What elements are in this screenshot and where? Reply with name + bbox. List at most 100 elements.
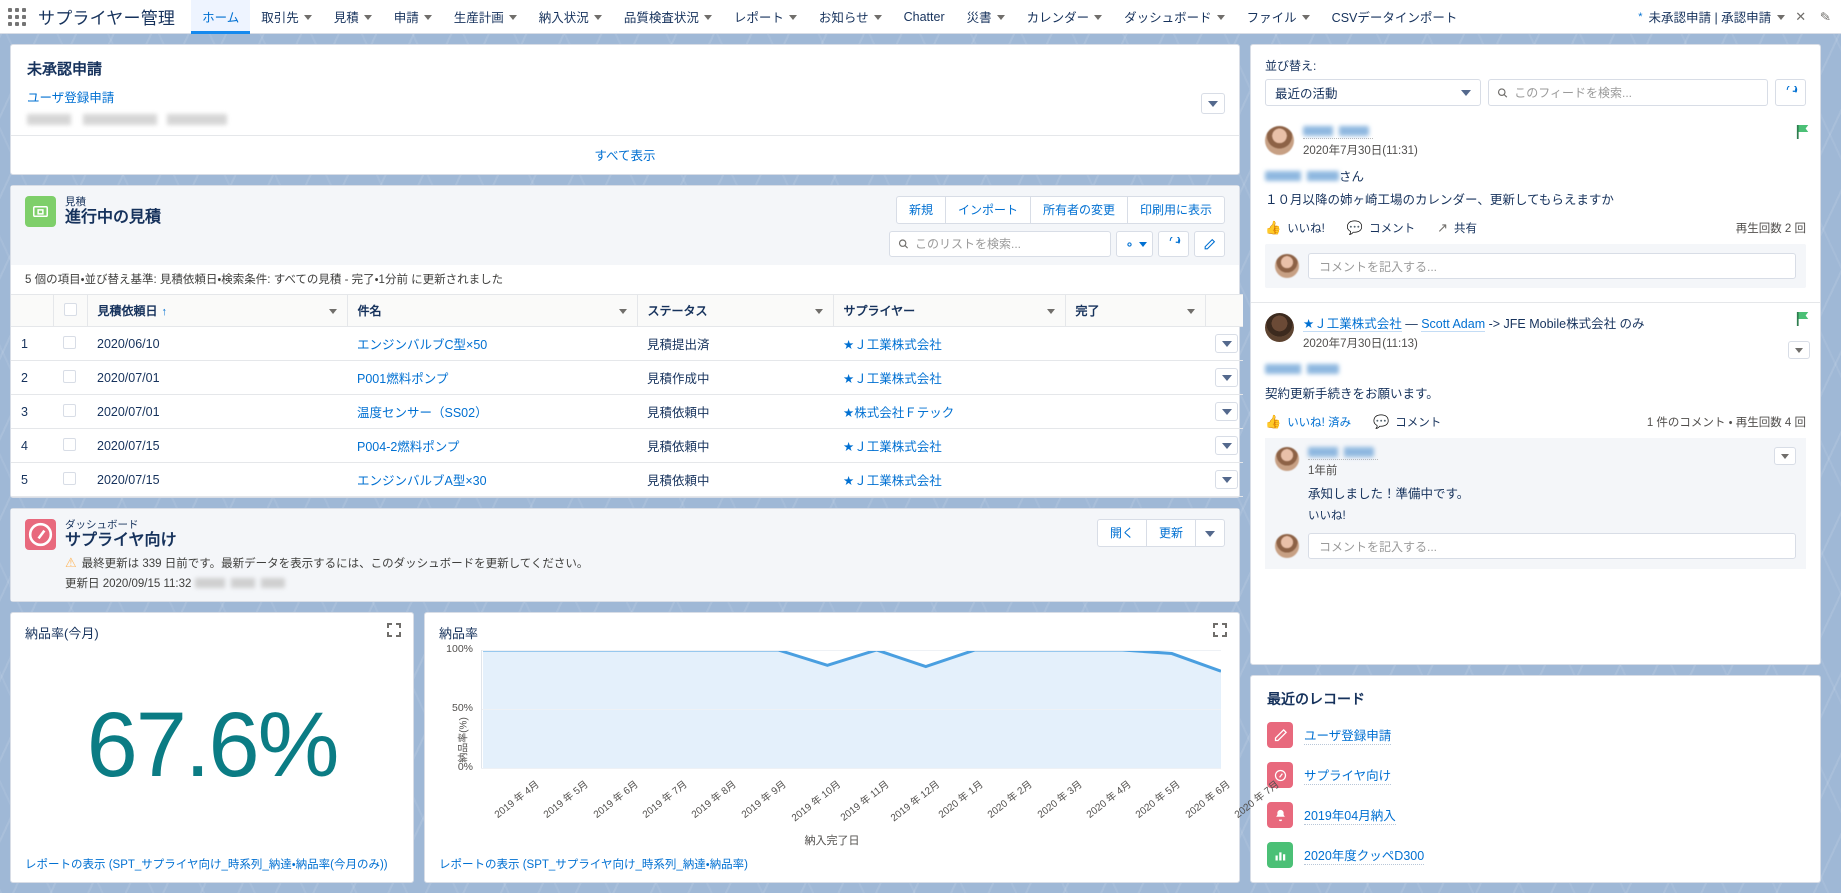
th-status[interactable]: ステータス <box>637 295 833 327</box>
th-select-all[interactable] <box>53 295 87 327</box>
edit-pencil-icon[interactable]: ✎ <box>1815 7 1841 25</box>
post-account-link[interactable]: ★Ｊ工業株式会社 <box>1303 317 1402 332</box>
chevron-down-icon[interactable] <box>1302 15 1310 20</box>
recent-record-item[interactable]: ユーザ登録申請 <box>1251 715 1820 755</box>
cell-subject[interactable]: 温度センサー（SS02） <box>347 395 637 429</box>
th-done[interactable]: 完了 <box>1065 295 1205 327</box>
recent-record-item[interactable]: 2020年度クッペD300 <box>1251 835 1820 875</box>
cell-select[interactable] <box>53 327 87 361</box>
row-actions-button[interactable] <box>1215 368 1238 387</box>
select-all-checkbox[interactable] <box>64 303 77 316</box>
nav-item-8[interactable]: お知らせ <box>808 0 893 34</box>
feed-search-input[interactable] <box>1514 86 1759 100</box>
dashboard-name[interactable]: サプライヤ向け <box>65 531 1097 551</box>
cell-select[interactable] <box>53 429 87 463</box>
table-row[interactable]: 42020/07/15P004-2燃料ポンプ見積依頼中★Ｊ工業株式会社 <box>11 429 1243 463</box>
chevron-down-icon[interactable] <box>1217 15 1225 20</box>
cell-row-actions[interactable] <box>1205 327 1243 361</box>
cell-select[interactable] <box>53 463 87 497</box>
flag-icon[interactable] <box>1796 124 1810 140</box>
nav-item-1[interactable]: 取引先 <box>250 0 323 34</box>
table-row[interactable]: 12020/06/10エンジンバルブC型×50見積提出済★Ｊ工業株式会社 <box>11 327 1243 361</box>
recent-record-item[interactable]: サプライヤ向け <box>1251 755 1820 795</box>
nav-item-10[interactable]: 災書 <box>956 0 1016 34</box>
approval-item-link[interactable]: ユーザ登録申請 <box>27 91 114 105</box>
listview-settings-button[interactable] <box>1116 231 1153 257</box>
app-launcher-icon[interactable] <box>0 8 34 26</box>
comment-input[interactable]: コメントを記入する... <box>1308 253 1796 279</box>
cell-supplier[interactable]: ★Ｊ工業株式会社 <box>833 463 1065 497</box>
th-request-date[interactable]: 見積依頼日↑ <box>87 295 347 327</box>
recent-record-link[interactable]: 2020年度クッペD300 <box>1304 845 1424 865</box>
recent-record-link[interactable]: ユーザ登録申請 <box>1304 725 1391 745</box>
row-actions-button[interactable] <box>1215 334 1238 353</box>
listview-edit-button[interactable] <box>1194 231 1225 257</box>
cell-subject[interactable]: エンジンバルブC型×50 <box>347 327 637 361</box>
chevron-down-icon[interactable] <box>704 15 712 20</box>
listview-search-input[interactable] <box>915 237 1102 251</box>
cell-subject[interactable]: P004-2燃料ポンプ <box>347 429 637 463</box>
nav-item-11[interactable]: カレンダー <box>1016 0 1114 34</box>
cell-supplier[interactable]: ★株式会社Ｆテック <box>833 395 1065 429</box>
cell-subject[interactable]: エンジンバルブA型×30 <box>347 463 637 497</box>
chevron-down-icon[interactable] <box>815 309 823 314</box>
cell-supplier[interactable]: ★Ｊ工業株式会社 <box>833 429 1065 463</box>
recent-record-link[interactable]: サプライヤ向け <box>1304 765 1391 785</box>
supplier-link[interactable]: ★Ｊ工業株式会社 <box>843 474 942 488</box>
comment-input[interactable]: コメントを記入する... <box>1308 533 1796 559</box>
nav-item-13[interactable]: ファイル <box>1236 0 1321 34</box>
listview-search[interactable] <box>889 231 1111 257</box>
tab-chevron-down-icon[interactable] <box>1777 15 1785 20</box>
cell-select[interactable] <box>53 395 87 429</box>
cell-row-actions[interactable] <box>1205 395 1243 429</box>
avatar[interactable] <box>1275 254 1299 278</box>
like-action[interactable]: 👍いいね! 済み <box>1265 414 1351 430</box>
expand-icon[interactable] <box>387 623 401 637</box>
nav-item-12[interactable]: ダッシュボード <box>1113 0 1236 34</box>
avatar[interactable] <box>1265 126 1294 155</box>
supplier-link[interactable]: ★Ｊ工業株式会社 <box>843 372 942 386</box>
avatar[interactable] <box>1265 313 1294 342</box>
row-checkbox[interactable] <box>63 472 76 485</box>
subject-link[interactable]: P001燃料ポンプ <box>357 372 448 386</box>
tab-close-icon[interactable]: ✕ <box>1791 9 1810 25</box>
comment-action[interactable]: 💬コメント <box>1373 414 1441 430</box>
supplier-link[interactable]: ★Ｊ工業株式会社 <box>843 338 942 352</box>
comment-like-link[interactable]: いいね! <box>1308 507 1765 523</box>
supplier-link[interactable]: ★Ｊ工業株式会社 <box>843 440 942 454</box>
chevron-down-icon[interactable] <box>594 15 602 20</box>
chevron-down-icon[interactable] <box>997 15 1005 20</box>
nav-item-14[interactable]: CSVデータインポート <box>1321 0 1469 34</box>
chevron-down-icon[interactable] <box>304 15 312 20</box>
dashboard-refresh-button[interactable]: 更新 <box>1146 519 1196 547</box>
flag-icon[interactable] <box>1796 311 1810 327</box>
row-checkbox[interactable] <box>63 438 76 451</box>
listview-refresh-button[interactable] <box>1158 231 1189 257</box>
listview-name[interactable]: 進行中の見積 <box>65 208 889 228</box>
row-actions-button[interactable] <box>1215 402 1238 421</box>
dashboard-open-button[interactable]: 開く <box>1097 519 1147 547</box>
chevron-down-icon[interactable] <box>789 15 797 20</box>
post-author-link[interactable]: Scott Adam <box>1421 317 1485 332</box>
share-action[interactable]: ↗共有 <box>1437 220 1477 236</box>
cell-select[interactable] <box>53 361 87 395</box>
open-tab[interactable]: * 未承認申請 | 承認申請 ✕ <box>1632 0 1816 34</box>
listview-button-0[interactable]: 新規 <box>896 196 946 224</box>
approval-row-actions-button[interactable] <box>1201 93 1225 114</box>
th-subject[interactable]: 件名 <box>347 295 637 327</box>
chevron-down-icon[interactable] <box>509 15 517 20</box>
cell-subject[interactable]: P001燃料ポンプ <box>347 361 637 395</box>
listview-button-3[interactable]: 印刷用に表示 <box>1127 196 1225 224</box>
expand-icon[interactable] <box>1213 623 1227 637</box>
chevron-down-icon[interactable] <box>619 309 627 314</box>
avatar[interactable] <box>1275 534 1299 558</box>
feed-sort-select[interactable]: 最近の活動 <box>1265 79 1481 106</box>
row-actions-button[interactable] <box>1215 470 1238 489</box>
show-all-link[interactable]: すべて表示 <box>594 149 655 163</box>
recent-record-item[interactable]: 2019年04月納入 <box>1251 795 1820 835</box>
nav-item-6[interactable]: 品質検査状況 <box>613 0 723 34</box>
comment-actions-menu[interactable] <box>1774 447 1796 465</box>
table-row[interactable]: 22020/07/01P001燃料ポンプ見積作成中★Ｊ工業株式会社 <box>11 361 1243 395</box>
cell-row-actions[interactable] <box>1205 463 1243 497</box>
table-row[interactable]: 52020/07/15エンジンバルブA型×30見積依頼中★Ｊ工業株式会社 <box>11 463 1243 497</box>
